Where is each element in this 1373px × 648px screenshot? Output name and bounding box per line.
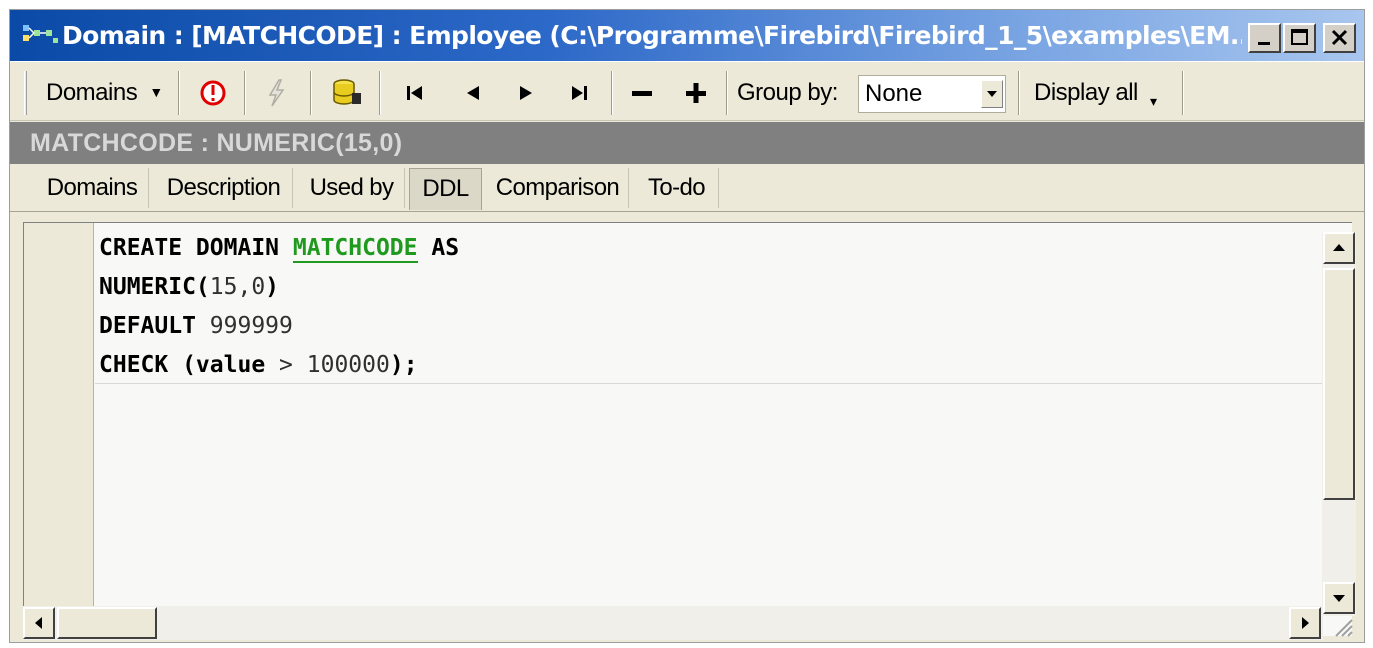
last-record-button[interactable] bbox=[560, 73, 600, 113]
toolbar-separator bbox=[310, 71, 312, 115]
tab-todo[interactable]: To-do bbox=[635, 168, 719, 208]
keyword: CREATE DOMAIN bbox=[99, 235, 280, 261]
database-button[interactable] bbox=[326, 73, 366, 113]
editor-gutter[interactable] bbox=[24, 223, 94, 607]
numeric-literal: 100000 bbox=[306, 352, 390, 378]
scroll-up-button[interactable] bbox=[1323, 232, 1355, 264]
code-line-1: CREATE DOMAIN MATCHCODE AS bbox=[99, 229, 1319, 268]
display-all-label: Display all bbox=[1034, 79, 1138, 106]
keyword: AS bbox=[431, 235, 460, 261]
tab-description[interactable]: Description bbox=[155, 168, 293, 208]
statement-divider bbox=[95, 383, 1328, 384]
vertical-scroll-thumb[interactable] bbox=[1323, 268, 1355, 500]
stop-button[interactable] bbox=[193, 73, 233, 113]
title-bar[interactable]: Domain : [MATCHCODE] : Employee (C:\Prog… bbox=[10, 10, 1364, 62]
code-line-2: NUMERIC(15,0) bbox=[99, 268, 1319, 307]
last-record-icon bbox=[572, 86, 587, 100]
tab-ddl[interactable]: DDL bbox=[409, 168, 482, 210]
domain-window: Domain : [MATCHCODE] : Employee (C:\Prog… bbox=[9, 9, 1365, 643]
add-icon bbox=[686, 83, 706, 103]
arrow-up-icon bbox=[1333, 244, 1345, 251]
toolbar-separator bbox=[726, 71, 728, 115]
ddl-editor[interactable]: CREATE DOMAIN MATCHCODE AS NUMERIC(15,0)… bbox=[23, 222, 1352, 636]
toolbar-separator bbox=[611, 71, 613, 115]
group-by-label: Group by: bbox=[737, 79, 838, 106]
database-icon bbox=[333, 79, 361, 105]
domains-menu[interactable]: Domains ▼ bbox=[46, 73, 163, 113]
chevron-down-icon[interactable] bbox=[981, 80, 1003, 108]
toolbar-grip[interactable] bbox=[24, 71, 27, 115]
prev-record-button[interactable] bbox=[453, 73, 493, 113]
chevron-down-icon: ▼ bbox=[149, 84, 163, 100]
first-record-icon bbox=[407, 86, 422, 100]
arrow-left-icon bbox=[35, 617, 42, 629]
scroll-right-button[interactable] bbox=[1289, 607, 1321, 639]
group-by-value: None bbox=[865, 80, 923, 107]
keyword: DEFAULT bbox=[99, 313, 196, 339]
tab-bar: Domains Description Used by DDL Comparis… bbox=[10, 164, 1364, 212]
display-all-button[interactable]: Display all ▾ bbox=[1034, 73, 1157, 113]
first-record-button[interactable] bbox=[395, 73, 435, 113]
tab-comparison[interactable]: Comparison bbox=[487, 168, 629, 208]
object-header: MATCHCODE : NUMERIC(15,0) bbox=[10, 122, 1364, 164]
object-title: MATCHCODE : NUMERIC(15,0) bbox=[30, 129, 403, 157]
group-by-select[interactable]: None bbox=[858, 75, 1006, 113]
numeric-literal: 15,0 bbox=[209, 274, 266, 300]
next-record-icon bbox=[520, 86, 532, 100]
numeric-literal: 999999 bbox=[209, 313, 293, 339]
vertical-scrollbar[interactable] bbox=[1322, 232, 1356, 616]
keyword: NUMERIC( bbox=[99, 274, 210, 300]
code-line-4: CHECK (value > 100000); bbox=[99, 346, 1319, 385]
keyword: CHECK (value bbox=[99, 352, 266, 378]
operator: > bbox=[279, 352, 293, 378]
toolbar: Domains ▼ Group by: None Display all ▾ bbox=[10, 63, 1364, 121]
tab-domains[interactable]: Domains bbox=[36, 168, 149, 208]
toolbar-separator bbox=[1182, 71, 1184, 115]
code-area[interactable]: CREATE DOMAIN MATCHCODE AS NUMERIC(15,0)… bbox=[99, 229, 1319, 385]
domains-label: Domains bbox=[46, 79, 138, 106]
tab-used-by[interactable]: Used by bbox=[299, 168, 405, 208]
resize-grip-icon[interactable] bbox=[1324, 608, 1356, 640]
horizontal-scrollbar[interactable] bbox=[23, 606, 1323, 640]
window-title: Domain : [MATCHCODE] : Employee (C:\Prog… bbox=[62, 21, 1242, 50]
lightning-icon bbox=[268, 79, 285, 107]
toolbar-separator bbox=[379, 71, 381, 115]
maximize-button[interactable] bbox=[1283, 23, 1316, 53]
minimize-button[interactable] bbox=[1248, 23, 1281, 53]
toolbar-separator bbox=[1018, 71, 1020, 115]
tree-icon[interactable] bbox=[20, 22, 60, 48]
arrow-right-icon bbox=[1302, 617, 1309, 629]
toolbar-separator bbox=[244, 71, 246, 115]
prev-record-icon bbox=[467, 86, 479, 100]
lightning-button[interactable] bbox=[256, 73, 296, 113]
delete-button[interactable] bbox=[622, 73, 662, 113]
horizontal-scroll-thumb[interactable] bbox=[57, 607, 157, 639]
delete-icon bbox=[632, 91, 652, 96]
add-button[interactable] bbox=[676, 73, 716, 113]
punctuation: ) bbox=[265, 274, 280, 300]
dropdown-arrow-icon: ▾ bbox=[1150, 93, 1157, 109]
punctuation: ); bbox=[389, 352, 418, 378]
code-line-3: DEFAULT 999999 bbox=[99, 307, 1319, 346]
close-button[interactable] bbox=[1323, 23, 1356, 53]
stop-icon bbox=[200, 80, 226, 106]
scroll-left-button[interactable] bbox=[23, 607, 55, 639]
toolbar-separator bbox=[178, 71, 180, 115]
domain-identifier[interactable]: MATCHCODE bbox=[292, 235, 418, 263]
next-record-button[interactable] bbox=[506, 73, 546, 113]
